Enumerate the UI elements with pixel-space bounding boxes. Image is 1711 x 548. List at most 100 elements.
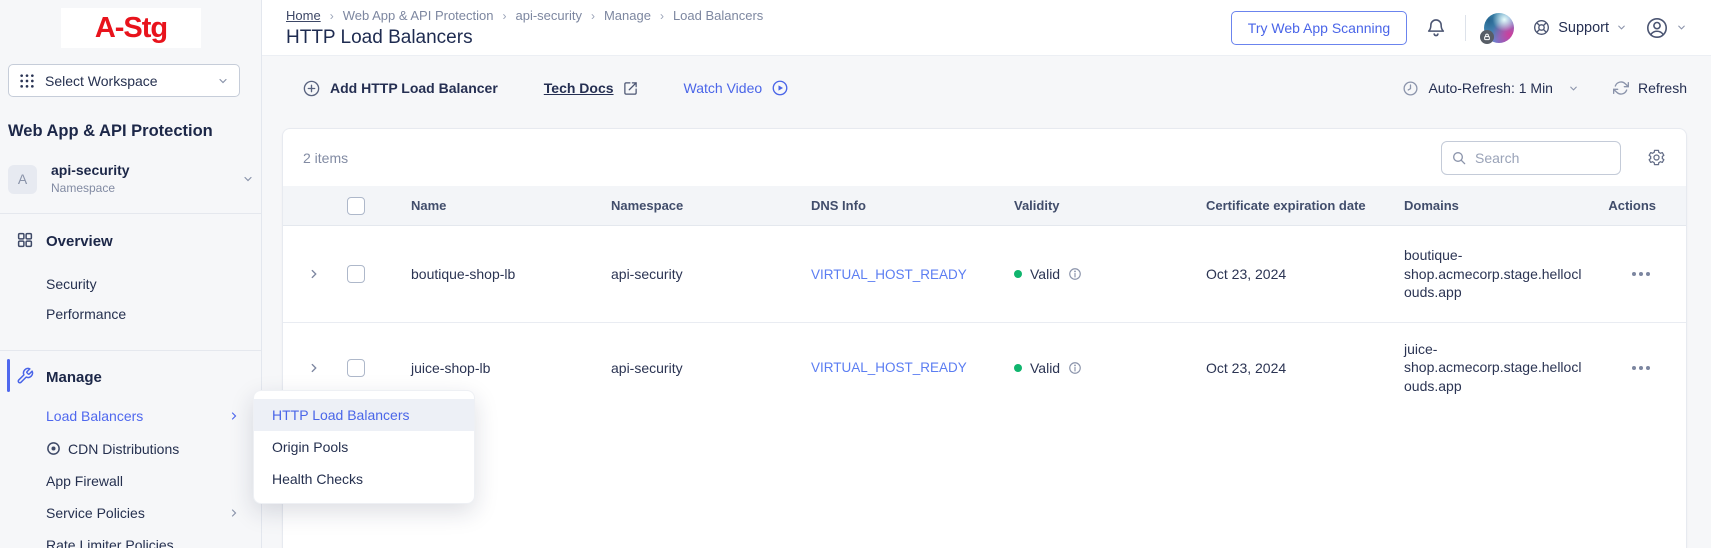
row-dns-info-link[interactable]: VIRTUAL_HOST_READY [811,360,1014,375]
refresh-button[interactable]: Refresh [1613,80,1687,96]
breadcrumb-load-balancers[interactable]: Load Balancers [673,8,763,23]
search-input[interactable] [1441,141,1621,175]
row-expander-icon[interactable] [307,361,321,375]
chevron-down-icon [217,75,229,87]
breadcrumb-manage[interactable]: Manage [604,8,651,23]
add-http-load-balancer-button[interactable]: Add HTTP Load Balancer [302,79,498,98]
load-balancers-card: 2 items [282,128,1687,548]
page-toolbar: Add HTTP Load Balancer Tech Docs Watch V… [302,76,1687,100]
breadcrumb-waap[interactable]: Web App & API Protection [343,8,494,23]
column-header-domains[interactable]: Domains [1404,198,1584,213]
row-checkbox[interactable] [347,359,365,377]
row-validity: Valid [1030,360,1060,376]
table-row: boutique-shop-lb api-security VIRTUAL_HO… [283,226,1686,322]
support-menu[interactable]: Support [1532,18,1627,37]
clock-icon [1402,80,1419,97]
tech-docs-label: Tech Docs [544,80,614,96]
table-header-row: Name Namespace DNS Info Validity Certifi… [283,186,1686,226]
select-all-checkbox[interactable] [347,197,365,215]
row-checkbox[interactable] [347,265,365,283]
tech-docs-link[interactable]: Tech Docs [544,80,638,96]
chevron-down-icon [1676,22,1687,33]
row-namespace: api-security [611,266,811,282]
support-icon [1532,18,1551,37]
sidebar-item-cdn-distributions[interactable]: CDN Distributions [68,441,179,457]
brand-logo-text: A-Stg [95,12,167,45]
chevron-down-icon [1616,22,1627,33]
overview-grid-icon [16,231,36,251]
search-icon [1451,150,1467,166]
breadcrumb-home[interactable]: Home [286,8,321,23]
app-root: A-Stg Select Workspace Web App & API Pro… [0,0,1711,548]
sidebar-item-app-firewall[interactable]: App Firewall [46,473,123,489]
sidebar-item-security[interactable]: Security [46,276,97,292]
plus-circle-icon [302,79,321,98]
workspace-selector[interactable]: Select Workspace [8,64,240,97]
info-icon[interactable] [1068,361,1082,375]
auto-refresh-selector[interactable]: Auto-Refresh: 1 Min [1402,80,1579,97]
row-namespace: api-security [611,360,811,376]
try-web-app-scanning-button[interactable]: Try Web App Scanning [1231,11,1407,45]
sidebar: A-Stg Select Workspace Web App & API Pro… [0,0,262,548]
wrench-icon [16,367,36,387]
lock-badge [1480,30,1494,44]
namespace-name: api-security [51,163,242,178]
tenant-avatar[interactable] [1484,13,1514,43]
table-settings-button[interactable] [1647,148,1666,167]
namespace-selector[interactable]: A api-security Namespace [8,163,254,195]
sidebar-item-overview[interactable]: Overview [0,230,262,252]
chevron-right-icon [228,410,240,422]
valid-status-dot [1014,364,1022,372]
sidebar-item-performance[interactable]: Performance [46,306,126,322]
external-link-icon [623,81,638,96]
flyout-item-health-checks[interactable]: Health Checks [254,463,474,495]
valid-status-dot [1014,270,1022,278]
table-row: juice-shop-lb api-security VIRTUAL_HOST_… [283,322,1686,412]
row-name: juice-shop-lb [411,360,611,376]
page-title: HTTP Load Balancers [286,27,763,49]
add-http-load-balancer-label: Add HTTP Load Balancer [330,80,498,96]
refresh-icon [1613,80,1629,96]
column-header-validity[interactable]: Validity [1014,198,1206,213]
column-header-namespace[interactable]: Namespace [611,198,811,213]
brand-logo: A-Stg [61,8,201,48]
column-header-name[interactable]: Name [411,198,611,213]
flyout-item-http-load-balancers[interactable]: HTTP Load Balancers [254,399,474,431]
chevron-down-icon [242,173,254,185]
breadcrumb-separator: › [591,9,595,23]
sidebar-item-load-balancers[interactable]: Load Balancers [46,408,143,424]
row-domains: juice-shop.acmecorp.stage.helloclouds.ap… [1404,340,1586,395]
load-balancers-flyout-menu: HTTP Load Balancers Origin Pools Health … [253,390,475,504]
row-validity: Valid [1030,266,1060,282]
items-count: 2 items [303,150,348,166]
info-icon[interactable] [1068,267,1082,281]
row-actions-menu-button[interactable] [1630,268,1652,280]
row-cert-expiration: Oct 23, 2024 [1206,360,1404,376]
row-actions-menu-button[interactable] [1630,362,1652,374]
sidebar-item-manage[interactable]: Manage [0,366,262,388]
watch-video-label: Watch Video [684,80,763,96]
watch-video-link[interactable]: Watch Video [684,79,790,97]
try-web-app-scanning-label: Try Web App Scanning [1248,20,1390,36]
sidebar-item-service-policies[interactable]: Service Policies [46,505,145,521]
cdn-distribution-icon [46,441,61,456]
row-cert-expiration: Oct 23, 2024 [1206,266,1404,282]
row-expander-icon[interactable] [307,267,321,281]
breadcrumb-namespace[interactable]: api-security [515,8,581,23]
namespace-avatar: A [8,165,37,194]
breadcrumb-separator: › [660,9,664,23]
flyout-item-origin-pools[interactable]: Origin Pools [254,431,474,463]
chevron-right-icon [228,507,240,519]
row-dns-info-link[interactable]: VIRTUAL_HOST_READY [811,267,1014,282]
notifications-button[interactable] [1425,17,1447,39]
column-header-cert-expiration[interactable]: Certificate expiration date [1206,198,1404,213]
column-header-actions: Actions [1584,198,1666,213]
user-menu[interactable] [1645,16,1687,40]
play-circle-icon [771,79,789,97]
auto-refresh-label: Auto-Refresh: 1 Min [1428,80,1553,96]
sidebar-item-rate-limiter-policies[interactable]: Rate Limiter Policies [46,537,174,548]
column-header-dns-info[interactable]: DNS Info [811,198,1014,213]
breadcrumb-separator: › [502,9,506,23]
workspace-selector-label: Select Workspace [45,73,217,89]
grid-dots-icon [19,73,35,89]
